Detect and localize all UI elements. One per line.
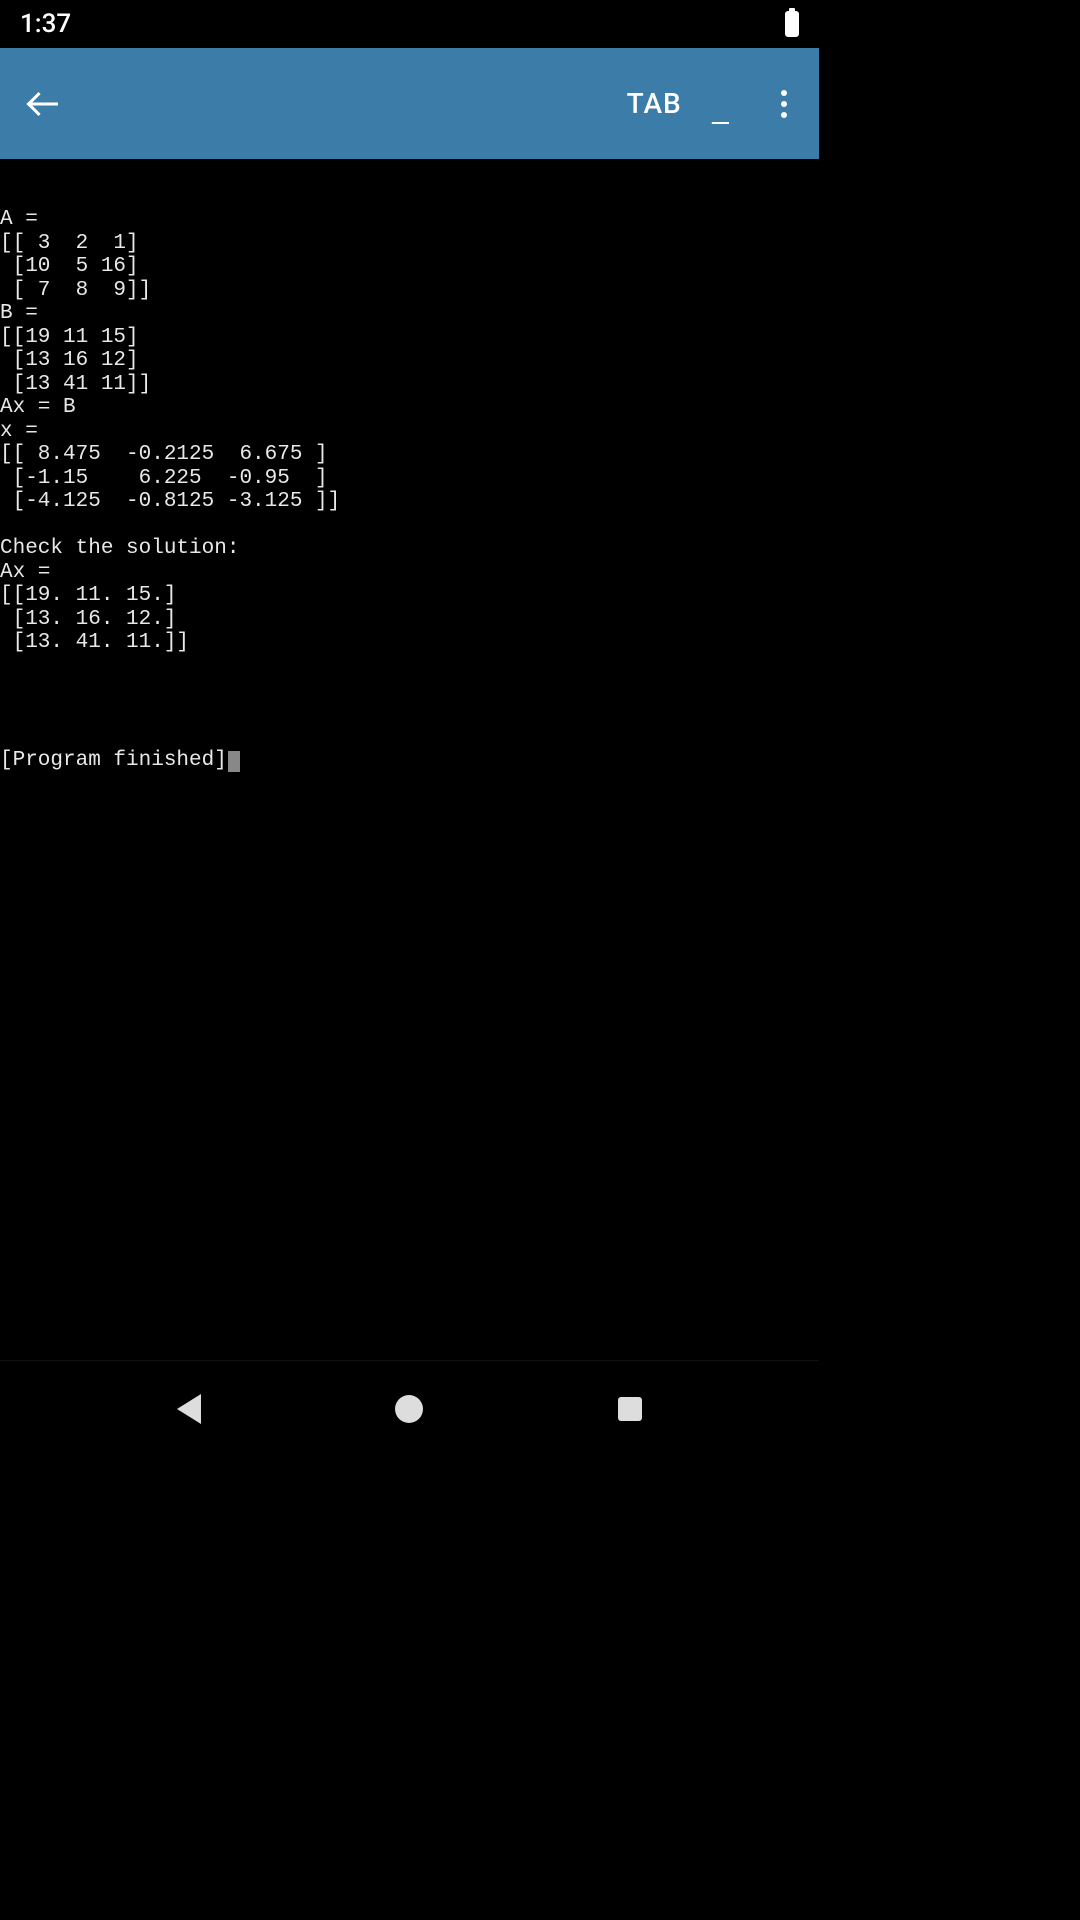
terminal-line: [13. 41. 11.]] [0,631,819,655]
back-button[interactable] [20,80,68,128]
terminal-line: [[ 3 2 1] [0,232,819,256]
tab-button[interactable]: TAB [627,87,682,120]
terminal-line: [13 41 11]] [0,373,819,397]
terminal-line: [ 7 8 9]] [0,279,819,303]
nav-bar [0,1360,819,1456]
nav-back-button[interactable] [177,1394,201,1424]
terminal-line: [-4.125 -0.8125 -3.125 ]] [0,490,819,514]
terminal-line: Check the solution: [0,537,819,561]
terminal-line: [13. 16. 12.] [0,608,819,632]
terminal-line: [[19. 11. 15.] [0,584,819,608]
battery-icon [785,11,799,37]
arrow-left-icon [28,88,60,120]
terminal-line: [10 5 16] [0,255,819,279]
cursor-icon [228,751,240,772]
nav-home-button[interactable] [395,1395,423,1423]
terminal-line: [13 16 12] [0,349,819,373]
program-finished-text: [Program finished] [0,749,227,772]
terminal-line [0,655,819,679]
terminal-line: [[ 8.475 -0.2125 6.675 ] [0,443,819,467]
terminal-line: Ax = [0,561,819,585]
terminal-line: A = [0,208,819,232]
terminal-line: B = [0,302,819,326]
terminal-line: x = [0,420,819,444]
terminal-output[interactable]: A =[[ 3 2 1] [10 5 16] [ 7 8 9]]B =[[19 … [0,159,819,798]
menu-dots-icon [781,90,787,96]
terminal-line [0,678,819,702]
terminal-line: [-1.15 6.225 -0.95 ] [0,467,819,491]
underscore-button[interactable]: _ [712,79,729,129]
app-toolbar: TAB _ [0,48,819,159]
terminal-line: [[19 11 15] [0,326,819,350]
nav-recent-button[interactable] [618,1397,642,1421]
status-time: 1:37 [20,9,71,39]
terminal-line: Ax = B [0,396,819,420]
status-bar: 1:37 [0,0,819,48]
menu-button[interactable] [769,84,799,124]
terminal-line [0,514,819,538]
